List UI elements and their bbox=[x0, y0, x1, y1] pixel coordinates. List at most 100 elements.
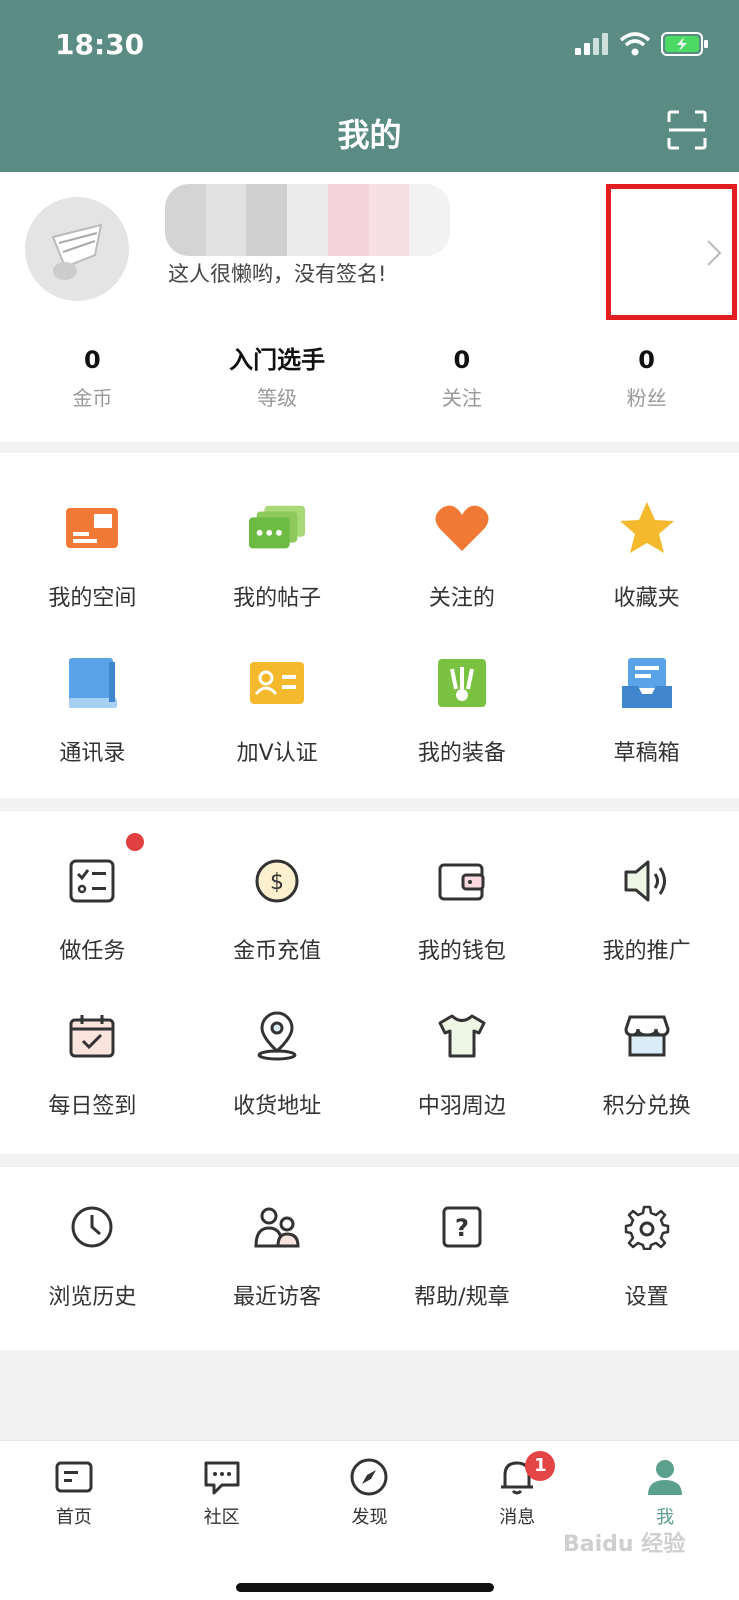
nav-community[interactable]: 社区 bbox=[148, 1441, 296, 1529]
bottom-nav: 首页 社区 发现 1 消息 我 bbox=[0, 1440, 739, 1600]
menu-label: 设置 bbox=[624, 1285, 669, 1310]
menu-label: 关注的 bbox=[428, 586, 495, 611]
wifi-icon bbox=[619, 32, 651, 56]
menu-following[interactable]: 关注的 bbox=[370, 498, 555, 612]
menu-label: 帮助/规章 bbox=[414, 1285, 510, 1310]
stat-fans[interactable]: 0 粉丝 bbox=[554, 342, 739, 411]
menu-label: 我的帖子 bbox=[233, 586, 322, 611]
stat-level[interactable]: 入门选手 等级 bbox=[185, 342, 370, 411]
shuttlecock-avatar-icon bbox=[25, 197, 129, 301]
menu-checkin[interactable]: 每日签到 bbox=[0, 1006, 185, 1120]
menu-label: 我的空间 bbox=[48, 586, 137, 611]
menu-merch[interactable]: 中羽周边 bbox=[370, 1006, 555, 1120]
stat-coins[interactable]: 0 金币 bbox=[0, 342, 185, 411]
stat-label: 等级 bbox=[257, 386, 298, 410]
id-card-icon bbox=[66, 508, 119, 548]
tshirt-icon bbox=[438, 1014, 486, 1058]
avatar[interactable] bbox=[25, 197, 129, 301]
verify-card-icon bbox=[250, 662, 305, 704]
nav-label: 社区 bbox=[203, 1507, 240, 1528]
menu-history[interactable]: 浏览历史 bbox=[0, 1197, 185, 1311]
menu-equipment[interactable]: 我的装备 bbox=[370, 653, 555, 767]
stat-value: 0 bbox=[453, 346, 471, 374]
message-badge: 1 bbox=[525, 1451, 556, 1481]
nav-discover[interactable]: 发现 bbox=[296, 1441, 444, 1529]
menu-label: 草稿箱 bbox=[613, 741, 680, 766]
profile-stats: 0 金币 入门选手 等级 0 关注 0 粉丝 bbox=[0, 342, 739, 411]
menu-recharge[interactable]: $ 金币充值 bbox=[185, 851, 370, 965]
menu-visitors[interactable]: 最近访客 bbox=[185, 1197, 370, 1311]
help-icon: ? bbox=[442, 1206, 482, 1248]
stat-value: 入门选手 bbox=[229, 346, 326, 374]
profile-detail-button[interactable] bbox=[606, 184, 737, 320]
menu-label: 我的装备 bbox=[417, 741, 506, 766]
book-icon bbox=[69, 658, 118, 708]
profile-card[interactable]: 这人很懒哟，没有签名! 0 金币 入门选手 等级 0 关注 0 粉丝 bbox=[0, 172, 739, 442]
menu-label: 收藏夹 bbox=[613, 586, 680, 611]
posts-icon bbox=[249, 505, 306, 549]
visitors-icon bbox=[254, 1207, 300, 1248]
section-misc: 浏览历史 最近访客 ? 帮助/规章 设置 bbox=[0, 1167, 739, 1350]
menu-wallet[interactable]: 我的钱包 bbox=[370, 851, 555, 965]
watermark: Baidu 经验 bbox=[563, 1532, 686, 1557]
home-icon bbox=[55, 1461, 93, 1493]
menu-label: 积分兑换 bbox=[602, 1094, 691, 1119]
menu-contacts[interactable]: 通讯录 bbox=[0, 653, 185, 767]
speaker-icon bbox=[624, 860, 666, 902]
menu-label: 我的推广 bbox=[602, 939, 691, 964]
menu-promotion[interactable]: 我的推广 bbox=[554, 851, 739, 965]
nav-label: 发现 bbox=[351, 1507, 388, 1528]
status-time: 18:30 bbox=[55, 28, 145, 61]
stat-label: 粉丝 bbox=[626, 386, 667, 410]
app-header: 18:30 我的 bbox=[0, 0, 739, 172]
menu-my-posts[interactable]: 我的帖子 bbox=[185, 498, 370, 612]
battery-icon bbox=[661, 32, 708, 56]
stat-value: 0 bbox=[638, 346, 655, 374]
menu-my-space[interactable]: 我的空间 bbox=[0, 498, 185, 612]
stat-following[interactable]: 0 关注 bbox=[370, 342, 555, 411]
section-personal: 我的空间 我的帖子 关注的 收藏夹 通讯录 加V认证 我的装备 草稿箱 bbox=[0, 453, 739, 798]
menu-favorites[interactable]: 收藏夹 bbox=[554, 498, 739, 612]
page-title: 我的 bbox=[337, 116, 402, 154]
home-indicator bbox=[236, 1583, 494, 1592]
menu-label: 加V认证 bbox=[236, 741, 318, 766]
location-pin-icon bbox=[257, 1011, 297, 1061]
menu-label: 中羽周边 bbox=[417, 1094, 506, 1119]
status-icons bbox=[575, 32, 709, 56]
user-icon bbox=[648, 1460, 683, 1495]
nav-me[interactable]: 我 bbox=[591, 1441, 739, 1529]
svg-text:?: ? bbox=[455, 1214, 469, 1242]
star-icon bbox=[619, 502, 674, 553]
svg-text:$: $ bbox=[270, 870, 284, 895]
nav-home[interactable]: 首页 bbox=[0, 1441, 148, 1529]
menu-label: 最近访客 bbox=[233, 1285, 322, 1310]
menu-drafts[interactable]: 草稿箱 bbox=[554, 653, 739, 767]
blurred-username bbox=[165, 184, 450, 256]
menu-label: 每日签到 bbox=[48, 1094, 137, 1119]
menu-address[interactable]: 收货地址 bbox=[185, 1006, 370, 1120]
menu-label: 我的钱包 bbox=[417, 939, 506, 964]
menu-tasks[interactable]: 做任务 bbox=[0, 833, 185, 965]
clock-icon bbox=[71, 1206, 113, 1248]
signal-icon bbox=[575, 33, 608, 55]
compass-icon bbox=[350, 1458, 388, 1496]
coin-icon: $ bbox=[255, 859, 299, 903]
notification-dot bbox=[126, 833, 144, 851]
gear-icon bbox=[624, 1205, 669, 1250]
menu-verify[interactable]: 加V认证 bbox=[185, 653, 370, 767]
menu-label: 通讯录 bbox=[59, 741, 126, 766]
inbox-icon bbox=[621, 658, 672, 708]
chat-icon bbox=[204, 1461, 240, 1495]
scan-icon[interactable] bbox=[667, 110, 707, 150]
chevron-right-icon bbox=[707, 240, 722, 266]
store-icon bbox=[624, 1015, 670, 1057]
menu-help[interactable]: ? 帮助/规章 bbox=[370, 1197, 555, 1311]
menu-points-exchange[interactable]: 积分兑换 bbox=[554, 1006, 739, 1120]
section-services: 做任务 $ 金币充值 我的钱包 我的推广 每日签到 收货地址 中羽周边 积分兑换 bbox=[0, 811, 739, 1154]
menu-settings[interactable]: 设置 bbox=[554, 1197, 739, 1311]
signature: 这人很懒哟，没有签名! bbox=[168, 262, 387, 286]
nav-label: 首页 bbox=[55, 1507, 92, 1528]
nav-messages[interactable]: 1 消息 bbox=[443, 1441, 591, 1529]
menu-label: 做任务 bbox=[59, 939, 126, 964]
shuttlecock-icon bbox=[437, 659, 486, 707]
